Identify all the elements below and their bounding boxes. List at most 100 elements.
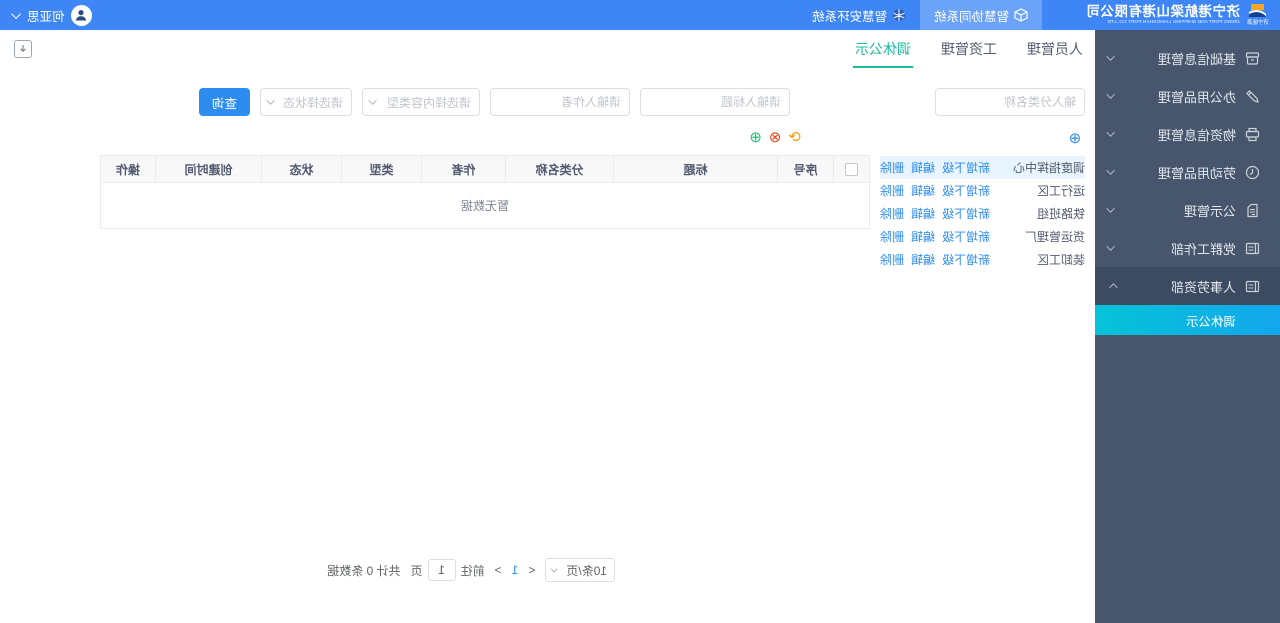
title-filter-input[interactable] — [640, 88, 790, 116]
page-size-select[interactable]: 10条/页 — [545, 558, 615, 582]
page-header: 人员管理 工资管理 调休公示 — [0, 30, 1095, 68]
tree-node-name[interactable]: 装卸工区 — [1037, 251, 1085, 268]
refresh-icon[interactable]: ⟳ — [788, 129, 801, 146]
status-select[interactable]: 请选择状态 — [260, 88, 352, 116]
safety-globe-icon — [892, 9, 905, 21]
clock-icon — [1245, 165, 1260, 179]
sidebar-item-label: 办公用品管理 — [1157, 89, 1236, 105]
chevron-down-icon[interactable] — [11, 8, 22, 19]
table-header-row: 序号 标题 分类名称 作者 类型 状态 创建时间 操作 — [101, 156, 869, 182]
tabs: 人员管理 工资管理 调休公示 — [853, 30, 1085, 68]
select-all-checkbox[interactable] — [845, 162, 858, 176]
sidebar-subitem-leave-announcement[interactable]: 调休公示 — [1095, 305, 1280, 335]
chevron-down-icon — [1106, 128, 1115, 137]
top-nav: 智慧协同系统 智慧安环系统 — [798, 0, 1042, 30]
sidebar-item-basic-info[interactable]: 基础信息管理 — [1095, 39, 1280, 77]
tree-node-name[interactable]: 铁路班组 — [1037, 205, 1085, 222]
sidebar-item-labor-supplies[interactable]: 劳动用品管理 — [1095, 153, 1280, 191]
user-area[interactable]: 何亚思 — [0, 4, 92, 26]
tree-row[interactable]: 铁路班组 新增下级 编辑 删除 — [880, 202, 1085, 225]
collapse-panel-button[interactable] — [14, 40, 32, 58]
author-filter-input[interactable] — [490, 88, 630, 116]
tree-node-name[interactable]: 调度指挥中心 — [1013, 159, 1085, 176]
col-header-status: 状态 — [261, 156, 341, 182]
batch-delete-icon[interactable]: ⊗ — [769, 129, 782, 146]
avatar[interactable] — [70, 4, 92, 26]
company-logo: 济宁能源 济宁港航梁山港有限公司 JINING PORT AND SHIPPIN… — [1042, 0, 1280, 30]
delete-link[interactable]: 删除 — [880, 182, 904, 199]
sidebar-item-office-supplies[interactable]: 办公用品管理 — [1095, 77, 1280, 115]
document-icon — [1247, 203, 1258, 217]
mirrored-app-screenshot: 济宁能源 济宁港航梁山港有限公司 JINING PORT AND SHIPPIN… — [0, 0, 1280, 623]
jump-suffix: 页 — [410, 563, 423, 578]
chevron-down-icon — [1106, 166, 1115, 175]
select-placeholder: 请选择内容类型 — [386, 95, 471, 110]
add-root-category-button[interactable]: ⊕ — [1067, 130, 1083, 147]
logo-small-label: 济宁能源 — [1247, 20, 1269, 26]
edit-link[interactable]: 编辑 — [911, 159, 935, 176]
sidebar-group-hr-labor: 人事劳资部 调休公示 — [1095, 267, 1280, 335]
edit-link[interactable]: 编辑 — [911, 228, 935, 245]
search-button[interactable]: 查询 — [198, 88, 250, 116]
add-child-link[interactable]: 新增下级 — [942, 251, 990, 268]
sidebar-subitem-label: 调休公示 — [1185, 314, 1236, 329]
person-icon — [75, 10, 87, 21]
topnav-item-safety-system[interactable]: 智慧安环系统 — [798, 0, 920, 30]
chevron-down-icon — [1106, 90, 1115, 99]
edit-link[interactable]: 编辑 — [911, 251, 935, 268]
delete-link[interactable]: 删除 — [880, 251, 904, 268]
col-header-create-time: 创建时间 — [155, 156, 261, 182]
edit-link[interactable]: 编辑 — [911, 205, 935, 222]
tree-node-name[interactable]: 运行工区 — [1037, 182, 1085, 199]
tree-row[interactable]: 运行工区 新增下级 编辑 删除 — [880, 179, 1085, 202]
sidebar-item-material-info[interactable]: 物资信息管理 — [1095, 115, 1280, 153]
jump-page-input[interactable] — [427, 559, 456, 581]
tree-node-name[interactable]: 货运管理厂 — [1025, 228, 1085, 245]
prev-page-button[interactable]: < — [528, 563, 535, 577]
tree-row[interactable]: 货运管理厂 新增下级 编辑 删除 — [880, 225, 1085, 248]
add-child-link[interactable]: 新增下级 — [942, 182, 990, 199]
chevron-down-icon — [266, 96, 275, 105]
company-title: 济宁港航梁山港有限公司 — [1085, 3, 1240, 19]
topnav-label: 智慧安环系统 — [811, 9, 887, 24]
select-placeholder: 请选择状态 — [282, 95, 343, 110]
tab-leave-announcement[interactable]: 调休公示 — [853, 30, 913, 68]
filter-bar: 请选择内容类型 请选择状态 查询 — [198, 88, 790, 116]
col-header-type: 类型 — [341, 156, 421, 182]
company-subtitle-en: JINING PORT AND SHIPPING LIANGSHAN PORT … — [1107, 19, 1240, 25]
next-page-button[interactable]: > — [495, 563, 502, 577]
tab-salary-mgmt[interactable]: 工资管理 — [939, 30, 999, 68]
topnav-item-collab-system[interactable]: 智慧协同系统 — [919, 0, 1042, 30]
jump-prefix: 前往 — [460, 563, 485, 578]
delete-link[interactable]: 删除 — [880, 159, 904, 176]
sail-logo-icon — [1249, 4, 1267, 17]
tree-row[interactable]: 调度指挥中心 新增下级 编辑 删除 — [880, 156, 1085, 179]
add-child-link[interactable]: 新增下级 — [942, 205, 990, 222]
add-child-link[interactable]: 新增下级 — [942, 159, 990, 176]
edit-link[interactable]: 编辑 — [911, 182, 935, 199]
records-table: 序号 标题 分类名称 作者 类型 状态 创建时间 操作 暂无数据 — [100, 155, 870, 229]
content-type-select[interactable]: 请选择内容类型 — [362, 88, 480, 116]
sidebar-item-party-work[interactable]: 党群工作部 — [1095, 229, 1280, 267]
sidebar-item-label: 人事劳资部 — [1170, 279, 1236, 295]
add-record-icon[interactable]: ⊕ — [749, 129, 762, 146]
page-jumper: 前往 页 — [411, 559, 485, 581]
sidebar-item-hr-labor[interactable]: 人事劳资部 — [1095, 267, 1280, 305]
tree-row[interactable]: 装卸工区 新增下级 编辑 删除 — [880, 248, 1085, 271]
username: 何亚思 — [27, 9, 65, 24]
sidebar-item-announcement-mgmt[interactable]: 公示管理 — [1095, 191, 1280, 229]
category-search-input[interactable] — [935, 88, 1085, 116]
add-child-link[interactable]: 新增下级 — [942, 228, 990, 245]
sidebar: 基础信息管理 办公用品管理 物资信息管理 劳动用品管理 公示管理 党群工作部 人… — [1095, 30, 1280, 623]
archive-icon — [1245, 51, 1260, 65]
delete-link[interactable]: 删除 — [880, 205, 904, 222]
printer-icon — [1245, 127, 1260, 141]
chevron-down-icon — [1106, 204, 1115, 213]
table-toolbar: ⟳ ⊗ ⊕ — [749, 129, 801, 146]
tab-personnel-mgmt[interactable]: 人员管理 — [1025, 30, 1085, 68]
delete-link[interactable]: 删除 — [880, 228, 904, 245]
main-content: 人员管理 工资管理 调休公示 ⊕ 调度指挥中心 新增下级 — [0, 30, 1095, 623]
arrow-down-icon — [20, 45, 26, 53]
category-tree: 调度指挥中心 新增下级 编辑 删除 运行工区 新增下级 编辑 删除 铁路班组 新… — [880, 156, 1085, 271]
current-page[interactable]: 1 — [512, 563, 519, 577]
